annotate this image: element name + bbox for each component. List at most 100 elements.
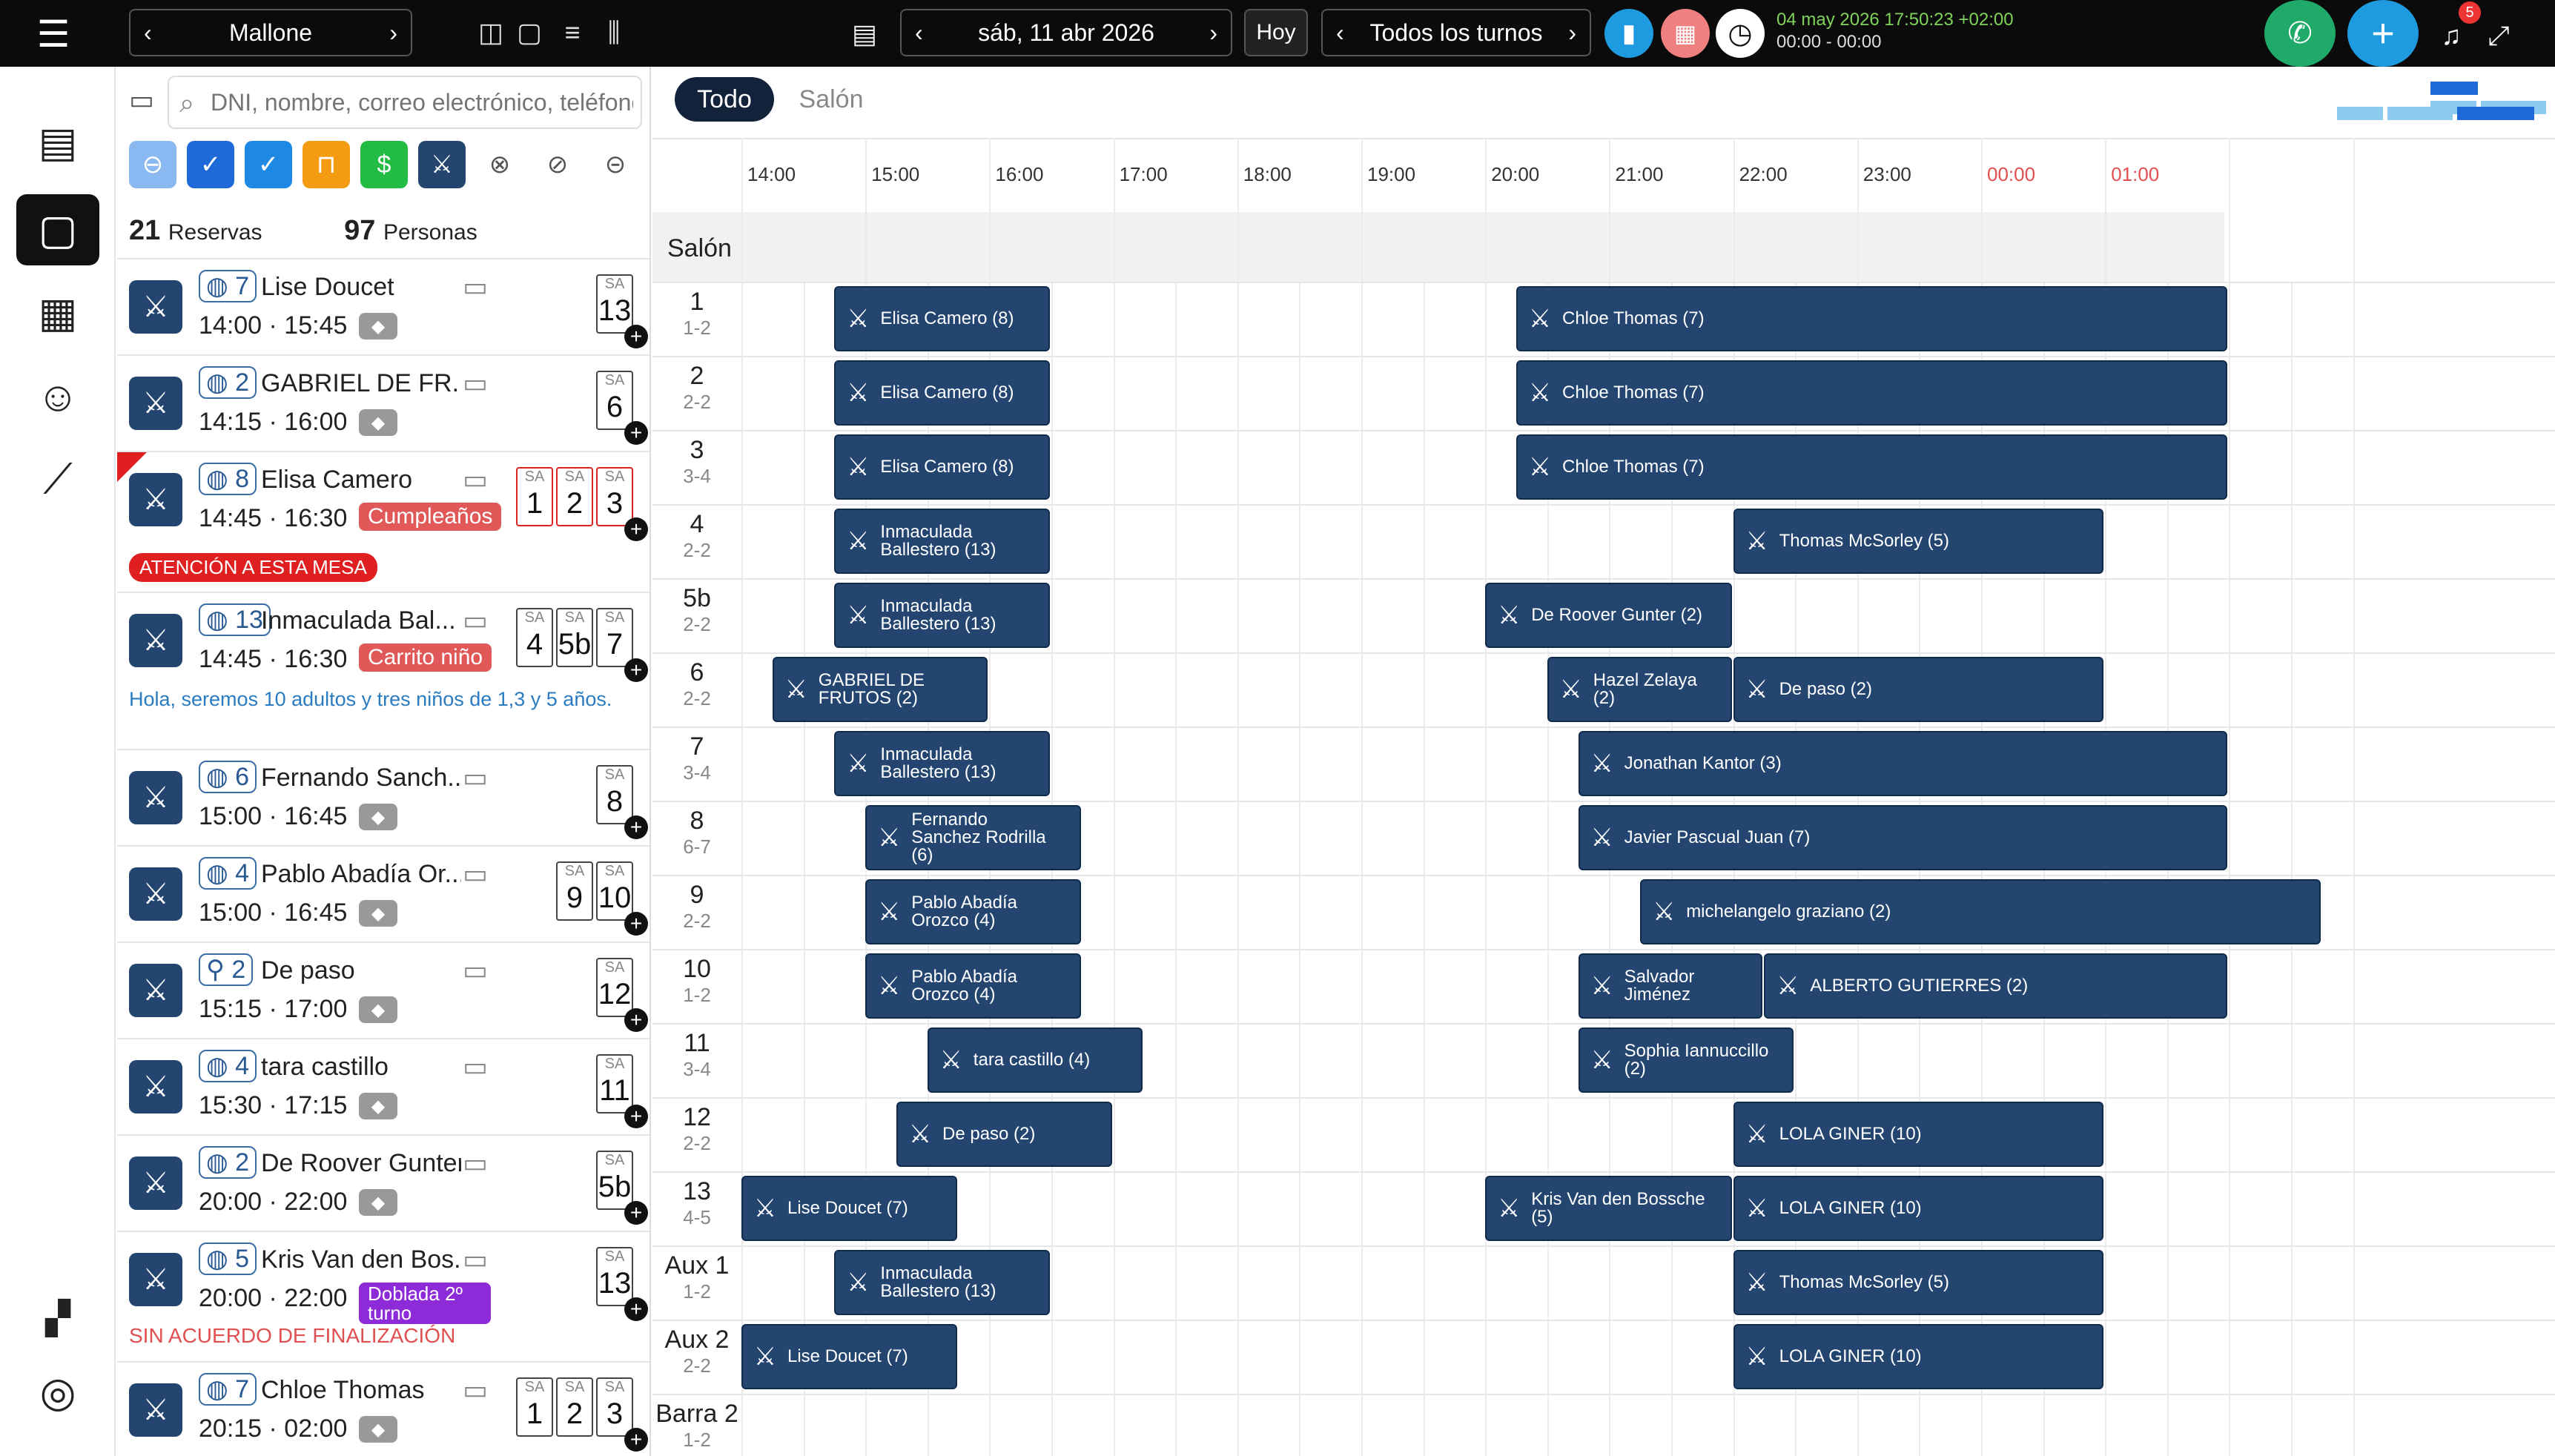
comment-icon[interactable]: ▭ bbox=[463, 368, 488, 399]
chevron-right-icon[interactable]: › bbox=[389, 19, 397, 47]
tag-icon[interactable]: ◆ bbox=[359, 409, 397, 436]
table-row-label[interactable]: 12 2-2 bbox=[652, 1103, 741, 1155]
table-row-label[interactable]: 6 2-2 bbox=[652, 658, 741, 710]
booking-bar[interactable]: ⚔ Inmaculada Ballestero (13) bbox=[834, 731, 1050, 796]
tab-todo[interactable]: Todo bbox=[675, 77, 774, 122]
table-row-label[interactable]: Aux 1 1-2 bbox=[652, 1251, 741, 1303]
comment-filter-icon[interactable]: ▭ bbox=[129, 85, 154, 116]
status-finished-icon[interactable]: ⚔ bbox=[129, 771, 182, 824]
reservation-row[interactable]: ⚔ ◍ 2 De Roover Gunter ▭ 20:00 · 22:00 ◆ SA 5b + bbox=[117, 1134, 650, 1231]
reservation-row[interactable]: ⚔ ◍ 2 GABRIEL DE FR... ▭ 14:15 · 16:00 ◆ SA 6 + bbox=[117, 354, 650, 451]
tag-icon[interactable]: ◆ bbox=[359, 1416, 397, 1443]
comment-icon[interactable]: ▭ bbox=[463, 271, 488, 302]
search-input[interactable] bbox=[211, 85, 633, 120]
table-row-label[interactable]: 1 1-2 bbox=[652, 288, 741, 340]
table-badge[interactable]: SA 2 bbox=[556, 467, 593, 526]
table-row-label[interactable]: Aux 2 2-2 bbox=[652, 1326, 741, 1377]
booking-bar[interactable]: ⚔ Salvador Jiménez bbox=[1578, 953, 1763, 1019]
reservation-row[interactable]: ⚔ ⚲ 2 De paso ▭ 15:15 · 17:00 ◆ SA 12 + bbox=[117, 942, 650, 1038]
status-finished-icon[interactable]: ⚔ bbox=[129, 1383, 182, 1437]
status-finished-icon[interactable]: ⚔ bbox=[129, 614, 182, 667]
hamburger-menu-icon[interactable]: ☰ bbox=[30, 13, 77, 55]
restaurant-selector[interactable]: ‹ Mallone › bbox=[129, 9, 412, 56]
table-row-label[interactable]: 2 2-2 bbox=[652, 362, 741, 414]
status-finished-icon[interactable]: ⚔ bbox=[129, 1156, 182, 1210]
guest-name[interactable]: De Roover Gunter bbox=[261, 1149, 461, 1178]
table-badge[interactable]: SA 5b bbox=[596, 1151, 633, 1210]
comment-icon[interactable]: ▭ bbox=[463, 1051, 488, 1082]
reservation-row[interactable]: ⚔ ◍ 4 tara castillo ▭ 15:30 · 17:15 ◆ SA 11 + bbox=[117, 1038, 650, 1134]
chevron-right-icon[interactable]: › bbox=[1209, 19, 1217, 47]
table-badge[interactable]: SA 3 bbox=[596, 1377, 633, 1437]
filter-paid-icon[interactable]: $ bbox=[360, 141, 408, 188]
table-row-label[interactable]: 5b 2-2 bbox=[652, 584, 741, 636]
booking-bar[interactable]: ⚔ michelangelo graziano (2) bbox=[1640, 879, 2321, 944]
phone-icon[interactable]: ✆ bbox=[2264, 0, 2336, 67]
booking-bar[interactable]: ⚔ Pablo Abadía Orozco (4) bbox=[865, 953, 1081, 1019]
guest-name[interactable]: De paso bbox=[261, 956, 461, 985]
zoom-scale[interactable] bbox=[2337, 107, 2534, 123]
guest-name[interactable]: Chloe Thomas bbox=[261, 1376, 461, 1405]
guest-name[interactable]: Lise Doucet bbox=[261, 273, 461, 302]
tag-icon[interactable]: ◆ bbox=[359, 996, 397, 1023]
booking-bar[interactable]: ⚔ Kris Van den Bossche (5) bbox=[1485, 1176, 1732, 1241]
fullscreen-icon[interactable]: ⤢ bbox=[2478, 16, 2519, 55]
booking-bar[interactable]: ⚔ Lise Doucet (7) bbox=[741, 1324, 957, 1389]
comment-icon[interactable]: ▭ bbox=[463, 1148, 488, 1179]
table-view-icon[interactable]: ▢ bbox=[513, 16, 546, 49]
booking-bar[interactable]: ⚔ Elisa Camero (8) bbox=[834, 360, 1050, 426]
reservation-row[interactable]: ⚔ ◍ 13 Inmaculada Bal... ▭ 14:45 · 16:30 Carr… bbox=[117, 592, 650, 719]
table-badge[interactable]: SA 10 bbox=[596, 861, 633, 921]
booking-bar[interactable]: ⚔ ALBERTO GUTIERRES (2) bbox=[1764, 953, 2228, 1019]
add-reservation-button[interactable]: + bbox=[2347, 0, 2419, 67]
columns-view-icon[interactable]: ⫼ bbox=[598, 16, 630, 49]
chevron-right-icon[interactable]: › bbox=[1568, 19, 1576, 47]
filter-cancelled-icon[interactable]: ⊗ bbox=[476, 141, 523, 188]
table-badge[interactable]: SA 13 bbox=[596, 1247, 633, 1306]
table-row-label[interactable]: 7 3-4 bbox=[652, 732, 741, 784]
booking-bar[interactable]: ⚔ Pablo Abadía Orozco (4) bbox=[865, 879, 1081, 944]
date-selector[interactable]: ‹ sáb, 11 abr 2026 › bbox=[900, 9, 1232, 56]
reservation-row[interactable]: ⚔ ◍ 7 Chloe Thomas ▭ 20:15 · 02:00 ◆ SA 1 SA 2 SA 3… bbox=[117, 1361, 650, 1456]
add-table-icon[interactable]: + bbox=[624, 1201, 648, 1225]
status-finished-icon[interactable]: ⚔ bbox=[129, 964, 182, 1017]
reservations-list-icon[interactable]: ▤ bbox=[16, 107, 99, 178]
booking-bar[interactable]: ⚔ De paso (2) bbox=[1733, 657, 2104, 722]
add-table-icon[interactable]: + bbox=[624, 1008, 648, 1032]
table-row-label[interactable]: 9 2-2 bbox=[652, 881, 741, 933]
filter-seated-icon[interactable]: ⊓ bbox=[303, 141, 350, 188]
booking-bar[interactable]: ⚔ LOLA GINER (10) bbox=[1733, 1176, 2104, 1241]
chevron-left-icon[interactable]: ‹ bbox=[1336, 19, 1344, 47]
reservation-row[interactable]: ⚔ ◍ 6 Fernando Sanch... ▭ 15:00 · 16:45 ◆ SA 8 + bbox=[117, 749, 650, 845]
table-row-label[interactable]: 13 4-5 bbox=[652, 1177, 741, 1229]
filter-finished-icon[interactable]: ⚔ bbox=[418, 141, 466, 188]
comment-icon[interactable]: ▭ bbox=[463, 605, 488, 636]
table-badge[interactable]: SA 9 bbox=[556, 861, 593, 921]
status-finished-icon[interactable]: ⚔ bbox=[129, 1253, 182, 1306]
add-table-icon[interactable]: + bbox=[624, 815, 648, 839]
table-row-label[interactable]: 4 2-2 bbox=[652, 510, 741, 562]
widgets-icon[interactable]: ▞ bbox=[16, 1283, 99, 1354]
guest-name[interactable]: Fernando Sanch... bbox=[261, 764, 461, 792]
status-finished-icon[interactable]: ⚔ bbox=[129, 867, 182, 921]
table-badge[interactable]: SA 13 bbox=[596, 274, 633, 334]
reservation-row[interactable]: ⚔ ◍ 7 Lise Doucet ▭ 14:00 · 15:45 ◆ SA 13 + bbox=[117, 258, 650, 354]
add-table-icon[interactable]: + bbox=[624, 1428, 648, 1452]
booking-bar[interactable]: ⚔ Javier Pascual Juan (7) bbox=[1578, 805, 2228, 870]
add-table-icon[interactable]: + bbox=[624, 325, 648, 348]
status-finished-icon[interactable]: ⚔ bbox=[129, 377, 182, 430]
booking-bar[interactable]: ⚔ Inmaculada Ballestero (13) bbox=[834, 583, 1050, 648]
tag-icon[interactable]: ◆ bbox=[359, 1093, 397, 1119]
analytics-icon[interactable]: ⟋ bbox=[16, 443, 99, 514]
booking-bar[interactable]: ⚔ GABRIEL DE FRUTOS (2) bbox=[772, 657, 988, 722]
booking-bar[interactable]: ⚔ LOLA GINER (10) bbox=[1733, 1102, 2104, 1167]
booking-bar[interactable]: ⚔ Lise Doucet (7) bbox=[741, 1176, 957, 1241]
filter-noshow-icon[interactable]: ⊘ bbox=[534, 141, 581, 188]
status-finished-icon[interactable]: ⚔ bbox=[129, 1060, 182, 1113]
filter-pending-icon[interactable]: ⊖ bbox=[129, 141, 176, 188]
table-badge[interactable]: SA 5b bbox=[556, 608, 593, 667]
booking-bar[interactable]: ⚔ Chloe Thomas (7) bbox=[1516, 360, 2228, 426]
booking-bar[interactable]: ⚔ Chloe Thomas (7) bbox=[1516, 434, 2228, 500]
add-table-icon[interactable]: + bbox=[624, 912, 648, 936]
booking-bar[interactable]: ⚔ Inmaculada Ballestero (13) bbox=[834, 509, 1050, 574]
